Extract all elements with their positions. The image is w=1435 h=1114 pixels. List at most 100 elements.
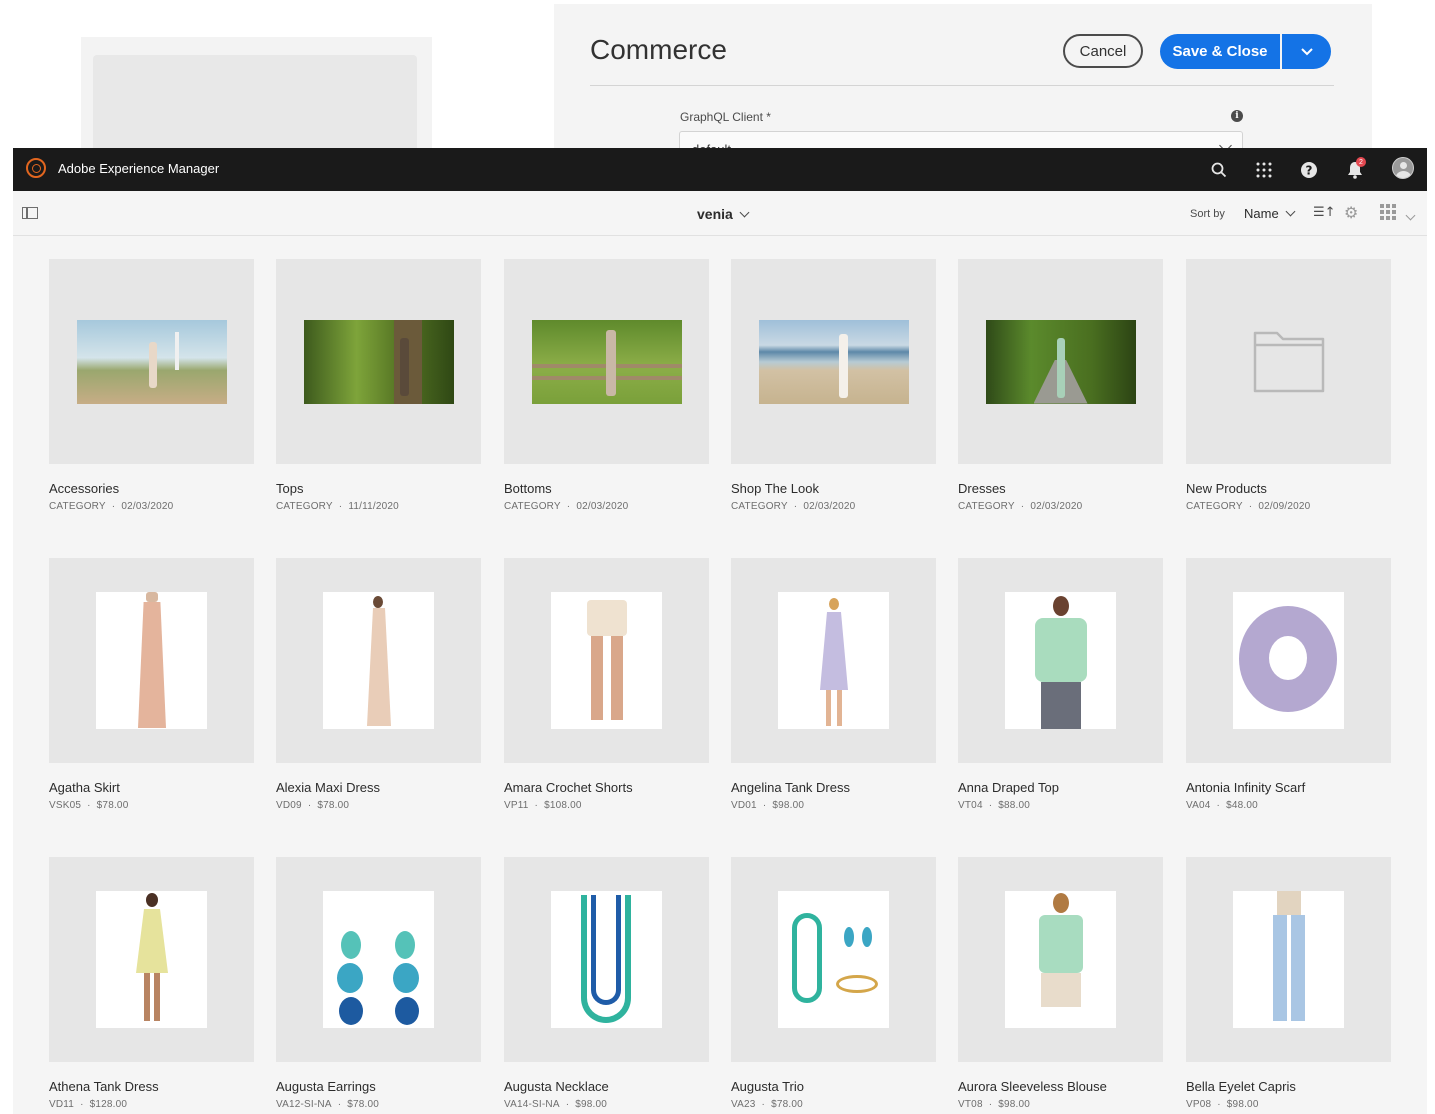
card-code: VT04 (958, 800, 983, 811)
card-augusta-earrings[interactable]: Augusta Earrings VA12-SI-NA · $78.00 (276, 857, 481, 1110)
meta-separator: · (988, 800, 993, 811)
card-aurora-sleeveless-blouse[interactable]: Aurora Sleeveless Blouse VT08 · $98.00 (958, 857, 1163, 1110)
card-augusta-trio[interactable]: Augusta Trio VA23 · $78.00 (731, 857, 936, 1110)
help-icon[interactable]: ? (1298, 159, 1320, 181)
card-dresses[interactable]: Dresses CATEGORY · 02/03/2020 (958, 259, 1163, 512)
save-close-button[interactable]: Save & Close (1160, 34, 1280, 69)
card-title: Alexia Maxi Dress (276, 780, 381, 795)
card-accessories[interactable]: Accessories CATEGORY · 02/03/2020 (49, 259, 254, 512)
card-thumbnail[interactable] (49, 259, 254, 464)
card-meta: CATEGORY · 02/03/2020 (958, 501, 1163, 512)
meta-separator: · (80, 1099, 84, 1110)
svg-text:?: ? (1306, 164, 1313, 178)
card-thumbnail[interactable] (958, 558, 1163, 763)
card-title: Augusta Necklace (504, 1079, 609, 1094)
card-view-icon[interactable] (1380, 204, 1396, 220)
save-options-button[interactable] (1282, 34, 1331, 69)
card-thumbnail[interactable] (49, 558, 254, 763)
card-thumbnail[interactable] (958, 259, 1163, 464)
card-code: VP11 (504, 800, 529, 811)
card-code: VT08 (958, 1099, 983, 1110)
view-switcher-chevron-icon[interactable] (1405, 206, 1416, 224)
card-meta: VA12-SI-NA · $78.00 (276, 1099, 481, 1110)
card-code: VP08 (1186, 1099, 1212, 1110)
gear-icon[interactable]: ⚙ (1344, 203, 1358, 222)
card-thumbnail[interactable] (731, 558, 936, 763)
card-shop-the-look[interactable]: Shop The Look CATEGORY · 02/03/2020 (731, 259, 936, 512)
app-title[interactable]: Adobe Experience Manager (58, 161, 219, 176)
card-new-products[interactable]: New Products CATEGORY · 02/09/2020 (1186, 259, 1391, 512)
avatar[interactable] (1392, 157, 1414, 179)
card-thumbnail[interactable] (504, 558, 709, 763)
card-thumbnail[interactable] (49, 857, 254, 1062)
graphql-client-select[interactable]: default (679, 131, 1243, 148)
card-title: Bella Eyelet Capris (1186, 1079, 1296, 1094)
card-thumbnail[interactable] (276, 558, 481, 763)
card-angelina-tank-dress[interactable]: Angelina Tank Dress VD01 · $98.00 (731, 558, 936, 811)
card-code: VA12-SI-NA (276, 1099, 332, 1110)
meta-separator: · (565, 1099, 570, 1110)
card-meta: CATEGORY · 02/09/2020 (1186, 501, 1391, 512)
card-thumbnail[interactable] (276, 259, 481, 464)
card-meta: VA23 · $78.00 (731, 1099, 936, 1110)
action-bar: venia Sort by Name ☰↑ ⚙ (13, 191, 1427, 236)
card-meta: VA04 · $48.00 (1186, 800, 1391, 811)
dialog-divider (590, 85, 1334, 86)
background-panel-thumb (93, 55, 417, 148)
card-code: CATEGORY (49, 501, 106, 512)
card-bottoms[interactable]: Bottoms CATEGORY · 02/03/2020 (504, 259, 709, 512)
breadcrumb[interactable]: venia (697, 206, 750, 222)
apps-grid-icon[interactable] (1253, 159, 1275, 181)
card-detail: 11/11/2020 (348, 501, 399, 512)
card-code: CATEGORY (1186, 501, 1243, 512)
info-icon[interactable]: i (1231, 110, 1243, 122)
card-antonia-infinity-scarf[interactable]: Antonia Infinity Scarf VA04 · $48.00 (1186, 558, 1391, 811)
sort-select[interactable]: Name (1244, 206, 1296, 221)
card-title: Anna Draped Top (958, 780, 1059, 795)
card-thumbnail[interactable] (731, 857, 936, 1062)
card-agatha-skirt[interactable]: Agatha Skirt VSK05 · $78.00 (49, 558, 254, 811)
cancel-button[interactable]: Cancel (1063, 34, 1143, 68)
sort-direction-icon[interactable]: ☰↑ (1313, 205, 1336, 220)
meta-separator: · (1216, 800, 1221, 811)
card-meta: CATEGORY · 11/11/2020 (276, 501, 481, 512)
product-image-earrings (323, 891, 434, 1028)
card-code: VA04 (1186, 800, 1211, 811)
card-thumbnail[interactable] (276, 857, 481, 1062)
card-meta: VSK05 · $78.00 (49, 800, 254, 811)
meta-separator: · (87, 800, 91, 811)
card-title: New Products (1186, 481, 1267, 496)
card-title: Dresses (958, 481, 1006, 496)
card-athena-tank-dress[interactable]: Athena Tank Dress VD11 · $128.00 (49, 857, 254, 1110)
card-thumbnail[interactable] (958, 857, 1163, 1062)
card-alexia-maxi-dress[interactable]: Alexia Maxi Dress VD09 · $78.00 (276, 558, 481, 811)
meta-separator: · (1217, 1099, 1221, 1110)
card-thumbnail[interactable] (1186, 259, 1391, 464)
card-thumbnail[interactable] (1186, 558, 1391, 763)
adobe-logo-icon[interactable] (26, 158, 46, 178)
card-thumbnail[interactable] (504, 259, 709, 464)
commerce-dialog: Commerce Cancel Save & Close GraphQL Cli… (554, 4, 1372, 148)
card-title: Augusta Trio (731, 1079, 804, 1094)
card-thumbnail[interactable] (731, 259, 936, 464)
card-code: VD11 (49, 1099, 75, 1110)
card-detail: $98.00 (772, 800, 805, 811)
card-tops[interactable]: Tops CATEGORY · 11/11/2020 (276, 259, 481, 512)
card-title: Augusta Earrings (276, 1079, 376, 1094)
card-amara-crochet-shorts[interactable]: Amara Crochet Shorts VP11 · $108.00 (504, 558, 709, 811)
card-augusta-necklace[interactable]: Augusta Necklace VA14-SI-NA · $98.00 (504, 857, 709, 1110)
card-code: VD09 (276, 800, 302, 811)
card-bella-eyelet-capris[interactable]: Bella Eyelet Capris VP08 · $98.00 (1186, 857, 1391, 1110)
card-thumbnail[interactable] (504, 857, 709, 1062)
card-detail: $78.00 (317, 800, 350, 811)
search-icon[interactable] (1208, 159, 1230, 181)
rail-toggle-icon[interactable] (22, 207, 38, 219)
card-meta: CATEGORY · 02/03/2020 (731, 501, 936, 512)
card-anna-draped-top[interactable]: Anna Draped Top VT04 · $88.00 (958, 558, 1163, 811)
notification-badge: 2 (1356, 157, 1366, 167)
card-code: VA23 (731, 1099, 756, 1110)
card-thumbnail[interactable] (1186, 857, 1391, 1062)
product-image-forest (303, 319, 454, 404)
meta-separator: · (761, 1099, 766, 1110)
card-title: Angelina Tank Dress (731, 780, 850, 795)
